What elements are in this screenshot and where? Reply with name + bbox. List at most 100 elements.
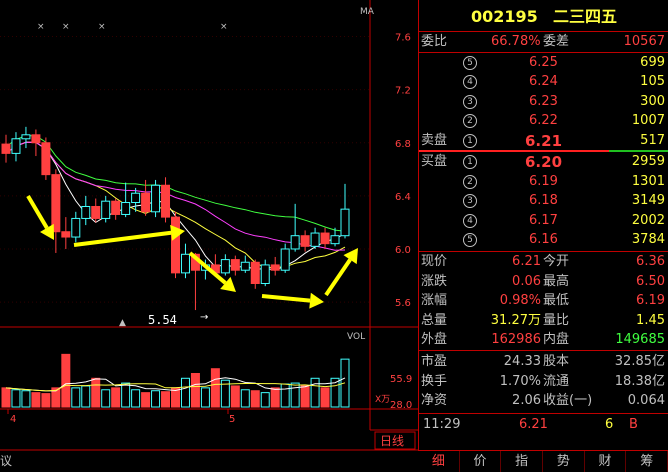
fund-label: 股本 bbox=[543, 354, 570, 369]
volume-bar bbox=[300, 385, 310, 408]
stat-value: 6.36 bbox=[636, 254, 665, 269]
level-number: 1 bbox=[463, 155, 477, 169]
stat-value: 162986 bbox=[491, 332, 541, 348]
low-marker-triangle: ▲ bbox=[119, 318, 126, 328]
fund-row: 净资 2.06 收益(一) 0.064 bbox=[419, 391, 668, 411]
volume-bar bbox=[180, 377, 190, 408]
stat-label: 内盘 bbox=[543, 332, 570, 348]
stat-label: 今开 bbox=[543, 254, 570, 269]
fund-value: 1.70% bbox=[499, 373, 541, 389]
sell-price: 6.24 bbox=[529, 74, 558, 90]
stat-value: 31.27万 bbox=[490, 312, 541, 328]
fund-row: 市盈 24.33 股本 32.85亿 bbox=[419, 352, 668, 372]
volume-bar bbox=[161, 391, 171, 408]
panel-tab[interactable]: 筹 bbox=[626, 451, 668, 472]
vol-unit: X万 bbox=[375, 395, 390, 405]
sell-volume: 517 bbox=[640, 132, 665, 148]
level-number: 2 bbox=[463, 174, 477, 189]
tick-price: 6.21 bbox=[519, 417, 548, 432]
buy-price: 6.18 bbox=[529, 193, 558, 209]
sell-volume: 699 bbox=[640, 55, 665, 70]
webi-label: 委比 bbox=[421, 34, 448, 49]
volume-bar bbox=[320, 387, 330, 408]
buy-volume: 2959 bbox=[631, 154, 665, 169]
panel-tabs: 细价指势财筹 bbox=[418, 450, 668, 472]
stat-value: 6.21 bbox=[512, 254, 541, 269]
ma-label: MA bbox=[360, 7, 375, 17]
fund-label: 净资 bbox=[421, 393, 448, 409]
panel-tab[interactable]: 价 bbox=[460, 451, 502, 472]
sell-volume: 105 bbox=[640, 74, 665, 90]
volume-bar bbox=[210, 368, 220, 408]
svg-text:×: × bbox=[62, 22, 70, 32]
weicha-label: 委差 bbox=[543, 34, 570, 49]
kline-chart[interactable]: × × × × MA 7.6 7.2 6.8 6.4 6.0 5.6 VOL 55.9 28.0… bbox=[0, 0, 418, 471]
fund-value: 18.38亿 bbox=[614, 373, 665, 389]
sell-volume: 300 bbox=[640, 93, 665, 109]
panel-tab[interactable]: 指 bbox=[501, 451, 544, 472]
date-label-4: 4 bbox=[10, 414, 16, 425]
svg-text:×: × bbox=[37, 22, 45, 32]
panel-tab[interactable]: 势 bbox=[543, 451, 585, 472]
candle bbox=[151, 179, 161, 218]
stock-code: 002195 bbox=[471, 7, 538, 26]
fund-label: 市盈 bbox=[421, 354, 448, 369]
sell-level-row: 4 6.24 105 bbox=[419, 72, 668, 92]
volume-bar bbox=[21, 390, 31, 408]
svg-text:×: × bbox=[98, 22, 106, 32]
volume-bar bbox=[81, 385, 91, 408]
candle bbox=[41, 137, 51, 180]
fund-label: 换手 bbox=[421, 373, 448, 389]
stock-name: 二三四五 bbox=[553, 7, 618, 26]
divider bbox=[419, 350, 668, 351]
panel-tab[interactable]: 细 bbox=[418, 451, 460, 472]
tick-volume: 6 bbox=[605, 417, 614, 432]
low-price-label: 5.54 bbox=[148, 313, 177, 327]
stat-label: 现价 bbox=[421, 254, 448, 269]
sell-level-row: 5 6.25 699 bbox=[419, 53, 668, 73]
bottom-left-label: 议 bbox=[0, 454, 12, 468]
volume-bar bbox=[290, 382, 300, 408]
stat-value: 149685 bbox=[615, 332, 665, 348]
tick-time: 11:29 bbox=[423, 417, 461, 432]
volume-bar bbox=[240, 389, 250, 408]
stat-value: 0.98% bbox=[499, 293, 541, 309]
level-number: 3 bbox=[463, 194, 477, 209]
volume-bar bbox=[190, 373, 200, 408]
fund-value: 32.85亿 bbox=[614, 354, 665, 369]
divider bbox=[419, 413, 668, 414]
volume-bar bbox=[270, 387, 280, 408]
buy-label: 买盘 bbox=[421, 154, 448, 169]
panel-tab[interactable]: 财 bbox=[585, 451, 627, 472]
level-number: 5 bbox=[463, 233, 477, 248]
fund-row: 换手 1.70% 流通 18.38亿 bbox=[419, 372, 668, 392]
volume-bar bbox=[151, 390, 161, 408]
title-row: 002195 二三四五 bbox=[419, 6, 668, 28]
level-number: 3 bbox=[463, 94, 477, 109]
buy-price: 6.17 bbox=[529, 212, 558, 228]
quote-panel: 002195 二三四五 委比 66.78% 委差 10567 5 6.25 699 4… bbox=[418, 0, 668, 450]
tick-row: 11:29 6.21 6 B bbox=[419, 415, 668, 435]
buy-price: 6.16 bbox=[529, 232, 558, 248]
volume-bar bbox=[31, 392, 41, 408]
level-number: 5 bbox=[463, 56, 477, 70]
low-pointer-arrow: → bbox=[200, 312, 208, 323]
sell-level-row: 2 6.22 1007 bbox=[419, 111, 668, 131]
vol-tick-low: 28.0 bbox=[390, 400, 412, 411]
vol-label: VOL bbox=[347, 332, 365, 342]
price-tick-label: 7.2 bbox=[395, 86, 411, 97]
stat-label: 最高 bbox=[543, 273, 570, 289]
fund-value: 24.33 bbox=[503, 354, 541, 369]
price-tick-label: 6.0 bbox=[395, 245, 411, 256]
level-number: 1 bbox=[463, 133, 477, 148]
volume-bar bbox=[280, 383, 290, 408]
price-tick-label: 6.4 bbox=[395, 192, 411, 203]
volume-bar bbox=[11, 389, 21, 408]
candle bbox=[171, 211, 180, 279]
volume-bar bbox=[111, 387, 121, 408]
webi-value: 66.78% bbox=[491, 34, 541, 49]
sell-level-row: 卖盘 1 6.21 517 bbox=[419, 131, 668, 151]
volume-bar bbox=[260, 392, 270, 408]
price-tick-label: 5.6 bbox=[395, 298, 411, 309]
fund-value: 2.06 bbox=[512, 393, 541, 409]
